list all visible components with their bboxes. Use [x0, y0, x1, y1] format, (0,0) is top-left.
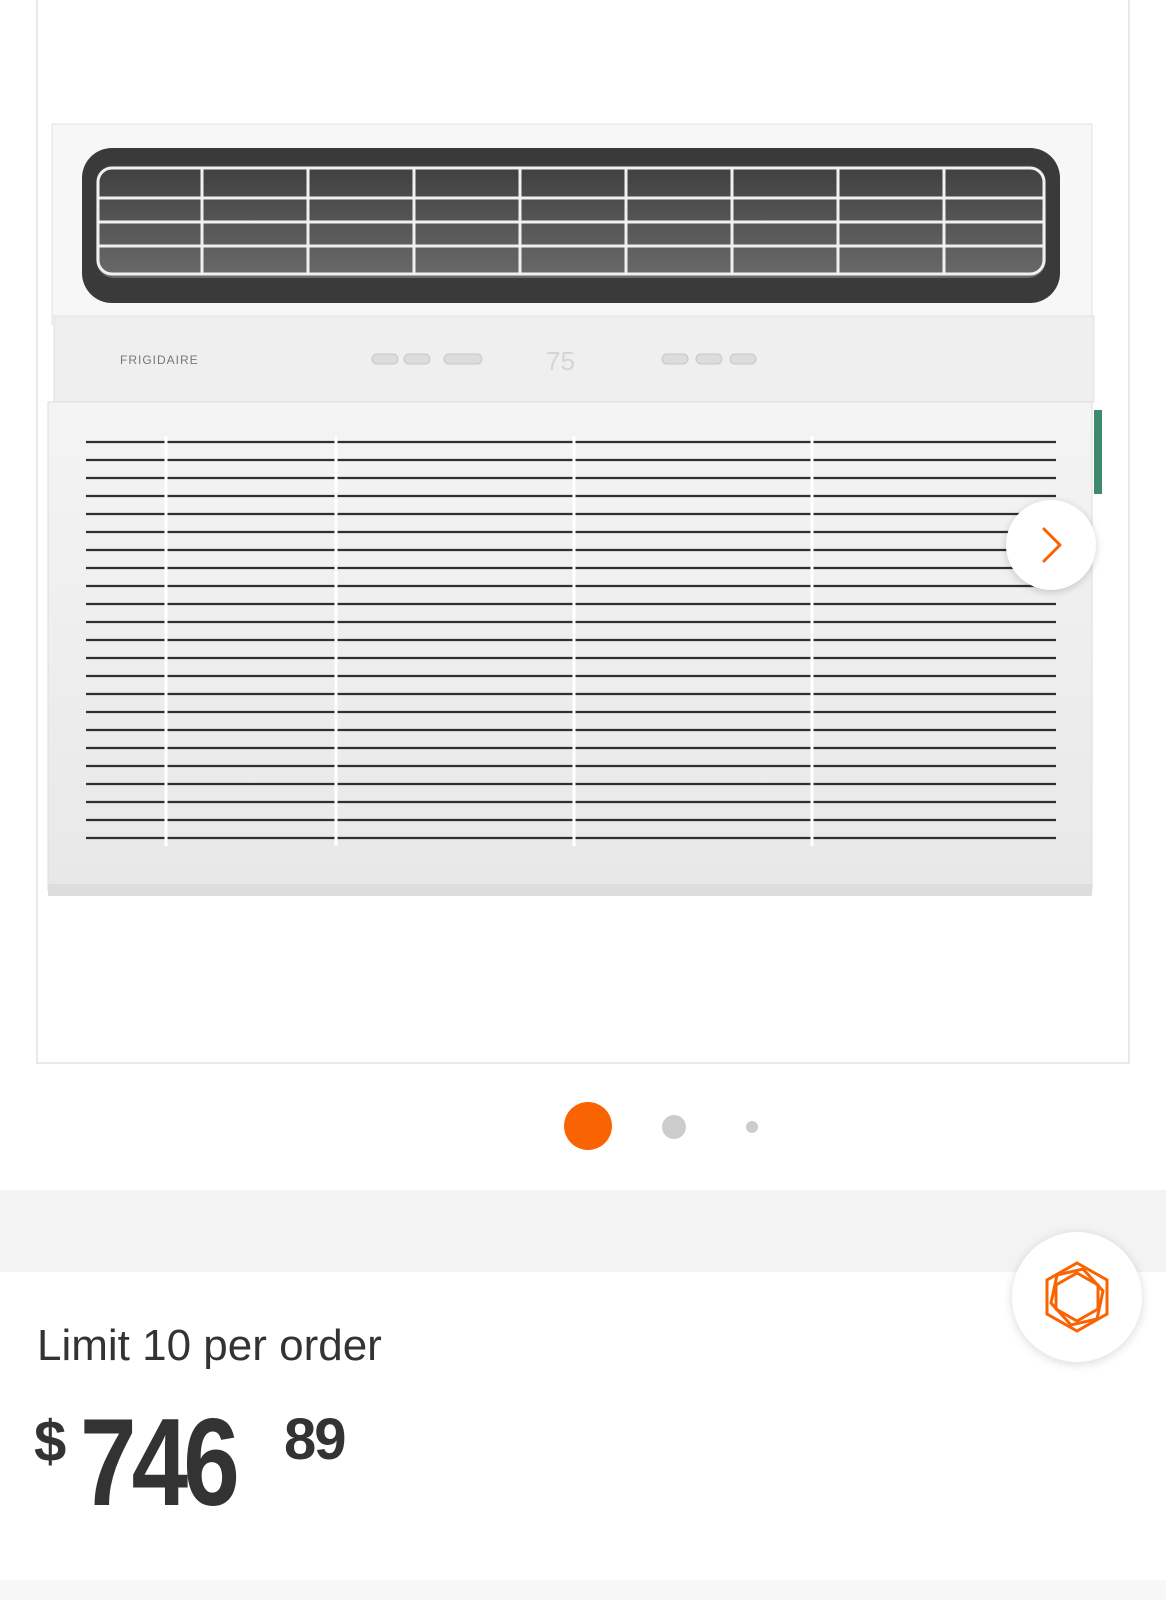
- page-bottom-edge: [0, 1580, 1166, 1600]
- svg-text:75: 75: [546, 346, 575, 376]
- pagination-dot-3[interactable]: [746, 1121, 758, 1133]
- pagination-dot-2[interactable]: [662, 1115, 686, 1139]
- chevron-right-icon: [1042, 527, 1062, 563]
- price-cents: 89: [284, 1407, 346, 1472]
- section-divider: [0, 1190, 1166, 1272]
- order-limit-text: Limit 10 per order: [37, 1321, 382, 1370]
- price-dollars: 746: [80, 1394, 240, 1532]
- next-image-button[interactable]: [1006, 500, 1096, 590]
- product-image[interactable]: FRIGIDAIRE 75: [46, 120, 1120, 920]
- hexagon-badge-button[interactable]: [1012, 1232, 1142, 1362]
- price-currency: $: [34, 1409, 67, 1474]
- pagination-dot-1[interactable]: [564, 1102, 612, 1150]
- product-gallery-card: FRIGIDAIRE 75: [0, 0, 1166, 1190]
- gallery-pagination: [564, 1102, 784, 1150]
- hexagon-badge-icon: [1045, 1261, 1109, 1333]
- svg-text:FRIGIDAIRE: FRIGIDAIRE: [120, 353, 199, 367]
